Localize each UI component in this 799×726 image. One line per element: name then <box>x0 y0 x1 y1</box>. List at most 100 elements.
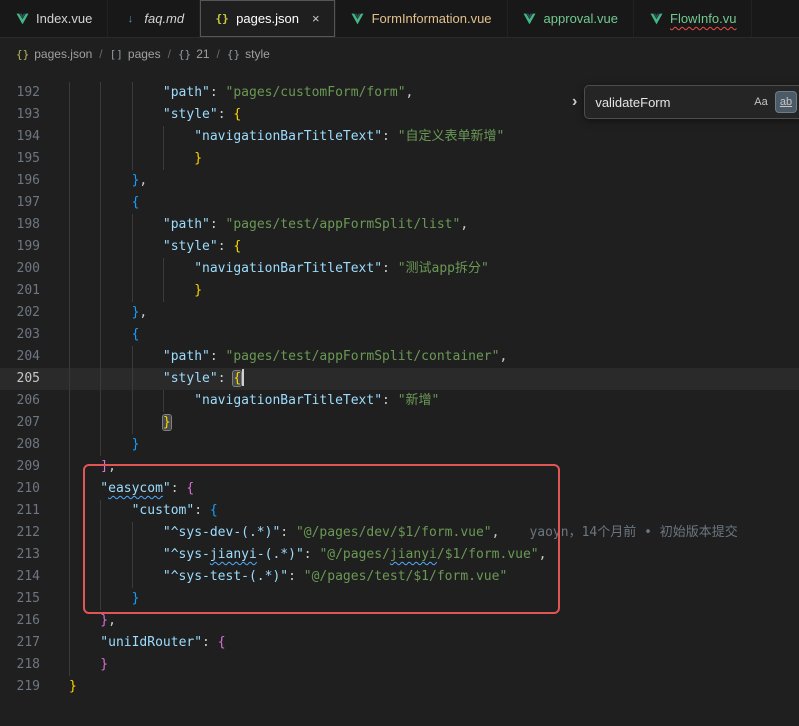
breadcrumb-label: 21 <box>196 47 209 61</box>
code-line[interactable]: 202}, <box>0 302 799 324</box>
code-line[interactable]: 212"^sys-dev-(.*)": "@/pages/dev/$1/form… <box>0 522 799 544</box>
git-blame-annotation: yaoyn，14个月前 • 初始版本提交 <box>499 525 737 540</box>
code-line-content: "style": { <box>40 104 241 126</box>
line-number: 215 <box>0 588 40 610</box>
code-line-content: { <box>40 192 139 214</box>
code-token: } <box>132 437 140 452</box>
code-line[interactable]: 200"navigationBarTitleText": "测试app拆分" <box>0 258 799 280</box>
indent-guide <box>100 82 131 104</box>
tab-label: Index.vue <box>36 11 92 26</box>
code-token: easycom <box>108 481 163 496</box>
indent-guide <box>69 522 100 544</box>
code-line[interactable]: 198"path": "pages/test/appFormSplit/list… <box>0 214 799 236</box>
code-line-content: "path": "pages/test/appFormSplit/contain… <box>40 346 507 368</box>
indent-guide <box>163 258 194 280</box>
code-line[interactable]: 209], <box>0 456 799 478</box>
code-line-content: "^sys-dev-(.*)": "@/pages/dev/$1/form.vu… <box>40 522 738 544</box>
code-line[interactable]: 210"easycom": { <box>0 478 799 500</box>
code-token: : <box>202 635 218 650</box>
breadcrumb-item[interactable]: []pages <box>110 47 161 61</box>
editor-tab[interactable]: Index.vue <box>0 0 108 37</box>
code-line[interactable]: 213"^sys-jianyi-(.*)": "@/pages/jianyi/$… <box>0 544 799 566</box>
breadcrumb-item[interactable]: {}pages.json <box>16 47 92 61</box>
code-line[interactable]: 206"navigationBarTitleText": "新增" <box>0 390 799 412</box>
line-number: 213 <box>0 544 40 566</box>
chevron-right-icon[interactable]: › <box>572 93 577 111</box>
indent-guide <box>69 566 100 588</box>
find-input[interactable]: validateForm Aaab.* <box>584 85 799 119</box>
code-line[interactable]: 199"style": { <box>0 236 799 258</box>
indent-guide <box>163 148 194 170</box>
line-number: 200 <box>0 258 40 280</box>
code-token: : <box>210 85 226 100</box>
line-number: 197 <box>0 192 40 214</box>
indent-guide <box>100 258 131 280</box>
find-widget: › validateForm Aaab.* <box>572 85 799 119</box>
code-line[interactable]: 207} <box>0 412 799 434</box>
indent-guide <box>69 280 100 302</box>
indent-guide <box>100 236 131 258</box>
line-number: 205 <box>0 368 40 390</box>
code-line[interactable]: 194"navigationBarTitleText": "自定义表单新增" <box>0 126 799 148</box>
breadcrumb-item[interactable]: {}21 <box>178 47 210 61</box>
code-line[interactable]: 216}, <box>0 610 799 632</box>
code-token: ] <box>100 459 108 474</box>
breadcrumb-separator: / <box>168 47 171 61</box>
indent-guide <box>69 368 100 390</box>
code-line[interactable]: 196}, <box>0 170 799 192</box>
code-line-content: "navigationBarTitleText": "新增" <box>40 390 439 412</box>
code-token: : <box>171 481 187 496</box>
code-area: 192"path": "pages/customForm/form",193"s… <box>0 82 799 698</box>
indent-guide <box>100 412 131 434</box>
indent-guide <box>69 324 100 346</box>
indent-guide <box>132 346 163 368</box>
whole-word-toggle[interactable]: ab <box>776 92 796 112</box>
code-line-content: } <box>40 412 171 434</box>
code-line-content: }, <box>40 610 116 632</box>
line-number: 210 <box>0 478 40 500</box>
json-icon: {} <box>215 12 229 25</box>
code-line[interactable]: 211"custom": { <box>0 500 799 522</box>
line-number: 216 <box>0 610 40 632</box>
code-line-content: "uniIdRouter": { <box>40 632 226 654</box>
code-line[interactable]: 214"^sys-test-(.*)": "@/pages/test/$1/fo… <box>0 566 799 588</box>
code-token: "pages/customForm/form" <box>226 85 406 100</box>
code-token: { <box>233 371 241 386</box>
editor-tab[interactable]: {}pages.json× <box>200 0 335 37</box>
breadcrumb-item[interactable]: {}style <box>227 47 270 61</box>
match-case-toggle[interactable]: Aa <box>751 92 771 112</box>
code-line[interactable]: 197{ <box>0 192 799 214</box>
text-cursor <box>242 369 244 386</box>
code-line[interactable]: 217"uniIdRouter": { <box>0 632 799 654</box>
code-line[interactable]: 219} <box>0 676 799 698</box>
code-line-content: "^sys-test-(.*)": "@/pages/test/$1/form.… <box>40 566 507 588</box>
code-line[interactable]: 203{ <box>0 324 799 346</box>
code-line[interactable]: 201} <box>0 280 799 302</box>
indent-guide <box>69 104 100 126</box>
indent-guide <box>69 258 100 280</box>
code-token: "自定义表单新增" <box>398 129 505 144</box>
code-line[interactable]: 195} <box>0 148 799 170</box>
code-line[interactable]: 208} <box>0 434 799 456</box>
close-icon[interactable]: × <box>312 12 320 25</box>
code-line[interactable]: 218} <box>0 654 799 676</box>
code-line[interactable]: 204"path": "pages/test/appFormSplit/cont… <box>0 346 799 368</box>
indent-guide <box>69 214 100 236</box>
line-number: 203 <box>0 324 40 346</box>
code-token: , <box>406 85 414 100</box>
code-token: : <box>210 217 226 232</box>
editor-tab[interactable]: FormInformation.vue <box>336 0 508 37</box>
indent-guide <box>163 126 194 148</box>
code-line-content: "easycom": { <box>40 478 194 500</box>
editor-tab[interactable]: FlowInfo.vu <box>634 0 752 37</box>
code-line[interactable]: 205"style": { <box>0 368 799 390</box>
code-token: "style" <box>163 239 218 254</box>
editor-tab[interactable]: ↓faq.md <box>108 0 200 37</box>
indent-guide <box>132 214 163 236</box>
code-line-content: { <box>40 324 139 346</box>
brackets-icon: [] <box>110 47 123 61</box>
editor-tab[interactable]: approval.vue <box>508 0 634 37</box>
code-line[interactable]: 215} <box>0 588 799 610</box>
code-line-content: "path": "pages/test/appFormSplit/list", <box>40 214 468 236</box>
indent-guide <box>100 214 131 236</box>
